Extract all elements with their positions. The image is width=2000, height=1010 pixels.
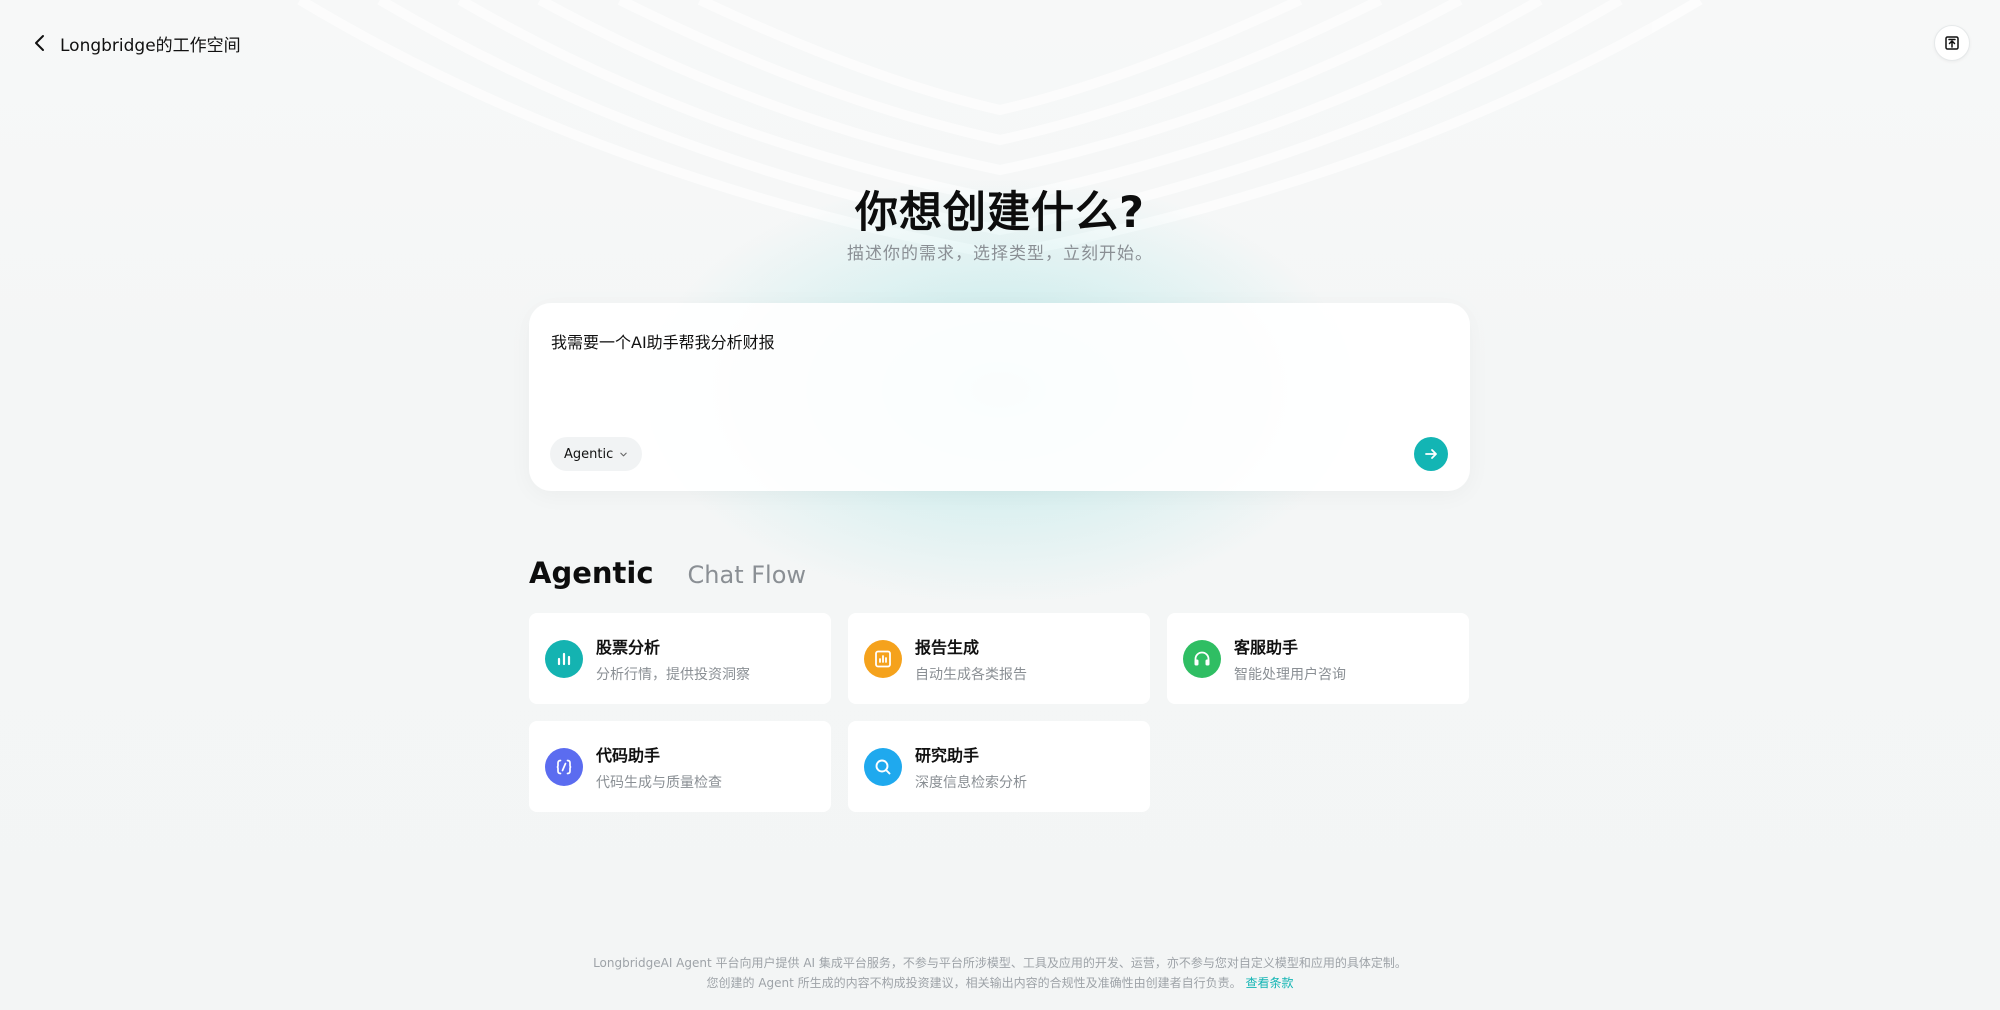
mode-select-label: Agentic xyxy=(564,446,614,462)
card-code-assistant[interactable]: 代码助手 代码生成与质量检查 xyxy=(529,721,831,812)
report-icon xyxy=(864,639,902,678)
card-desc: 自动生成各类报告 xyxy=(915,666,1027,683)
card-desc: 深度信息检索分析 xyxy=(915,774,1027,791)
card-stock-analysis[interactable]: 股票分析 分析行情，提供投资洞察 xyxy=(529,613,831,704)
chevron-left-icon xyxy=(35,35,44,51)
page-title: 你想创建什么? xyxy=(855,188,1145,238)
footer-line-2-text: 您创建的 Agent 所生成的内容不构成投资建议，相关输出内容的合规性及准确性由… xyxy=(706,976,1242,990)
card-title: 报告生成 xyxy=(915,637,980,657)
chevron-down-icon xyxy=(620,452,627,456)
tab-agentic[interactable]: Agentic xyxy=(529,556,654,590)
tab-chat-flow[interactable]: Chat Flow xyxy=(688,561,807,589)
template-cards: 股票分析 分析行情，提供投资洞察 报告生成 自动生成各类报告 客服助手 智能处理… xyxy=(529,613,1470,812)
type-tabs: Agentic Chat Flow xyxy=(529,556,806,590)
headset-icon xyxy=(1183,639,1221,678)
footer-line-1: LongbridgeAI Agent 平台向用户提供 AI 集成平台服务，不参与… xyxy=(593,956,1407,970)
send-button[interactable] xyxy=(1414,437,1448,471)
page: Longbridge的工作空间 你想创建什么? 描述你的需求，选择类型，立刻开始… xyxy=(0,0,2000,1010)
back-button[interactable]: Longbridge的工作空间 xyxy=(30,28,241,58)
card-desc: 分析行情，提供投资洞察 xyxy=(596,666,750,683)
terms-link[interactable]: 查看条款 xyxy=(1245,976,1293,990)
card-desc: 智能处理用户咨询 xyxy=(1234,666,1346,683)
card-research-assistant[interactable]: 研究助手 深度信息检索分析 xyxy=(848,721,1150,812)
card-desc: 代码生成与质量检查 xyxy=(596,774,722,791)
bar-chart-icon xyxy=(545,639,583,678)
card-title: 股票分析 xyxy=(596,637,661,657)
card-title: 代码助手 xyxy=(596,745,661,765)
prompt-card: 我需要一个AI助手帮我分析财报 Agentic xyxy=(529,303,1470,491)
card-report-generation[interactable]: 报告生成 自动生成各类报告 xyxy=(848,613,1150,704)
prompt-input[interactable]: 我需要一个AI助手帮我分析财报 xyxy=(551,329,775,353)
card-title: 研究助手 xyxy=(915,745,980,765)
mode-select[interactable]: Agentic xyxy=(550,437,643,471)
arrow-right-icon xyxy=(1425,449,1437,459)
export-button[interactable] xyxy=(1934,25,1970,61)
search-icon xyxy=(864,747,902,786)
code-icon xyxy=(545,747,583,786)
footer-line-2: 您创建的 Agent 所生成的内容不构成投资建议，相关输出内容的合规性及准确性由… xyxy=(0,973,2000,993)
footer-disclaimer: LongbridgeAI Agent 平台向用户提供 AI 集成平台服务，不参与… xyxy=(0,953,2000,993)
export-icon xyxy=(1945,36,1959,50)
back-label: Longbridge的工作空间 xyxy=(60,35,241,56)
card-title: 客服助手 xyxy=(1234,637,1299,657)
card-customer-service[interactable]: 客服助手 智能处理用户咨询 xyxy=(1167,613,1469,704)
page-subtitle: 描述你的需求，选择类型，立刻开始。 xyxy=(847,244,1153,264)
